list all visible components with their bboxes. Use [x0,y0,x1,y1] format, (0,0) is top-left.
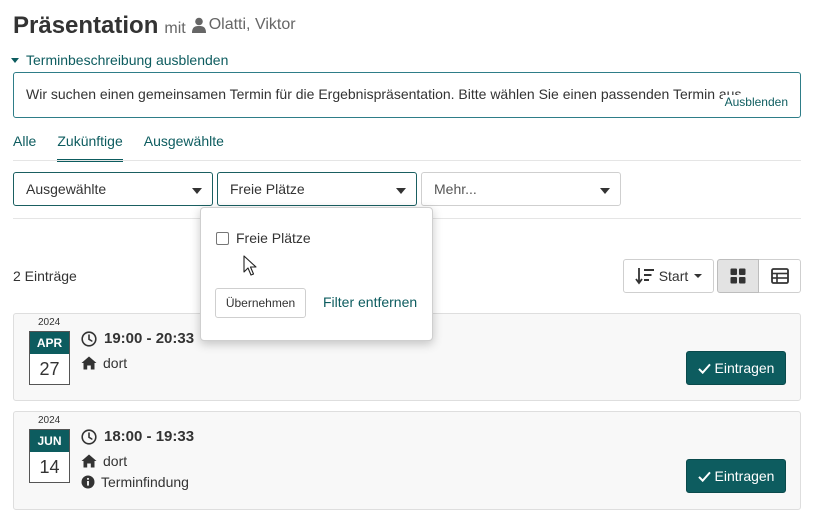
enroll-label: Eintragen [714,360,775,376]
description-toggle-label: Terminbeschreibung ausblenden [26,52,229,68]
check-icon [697,363,711,374]
event-month: JUN [30,430,69,452]
filter-selected-dropdown[interactable]: Ausgewählte [13,172,213,206]
free-places-checkbox-row[interactable]: Freie Plätze [216,230,311,246]
home-icon [81,454,97,468]
event-note-text: Terminfindung [101,474,189,490]
event-location-text: dort [103,453,128,469]
event-time: 19:00 - 20:33 [81,330,194,347]
owner-name: Olatti, Viktor [208,16,296,33]
caret-down-icon [600,188,610,194]
calendar-date: JUN 14 [29,429,70,483]
table-view-button[interactable] [759,259,801,293]
filter-free-places-label: Freie Plätze [230,181,305,197]
event-location: dort [81,355,127,371]
clock-icon [81,330,97,347]
sort-dropdown-button[interactable]: Start [623,259,714,293]
description-toggle[interactable]: Terminbeschreibung ausblenden [11,52,228,68]
filter-selected-label: Ausgewählte [26,181,107,197]
event-time-text: 18:00 - 19:33 [104,428,195,445]
apply-button[interactable]: Übernehmen [215,288,306,318]
event-time: 18:00 - 19:33 [81,428,194,445]
caret-down-icon [694,274,703,278]
free-places-popover: Freie Plätze Übernehmen Filter entfernen [200,207,433,341]
cards-view-button[interactable] [717,259,759,293]
info-icon [81,475,95,489]
description-box: Wir suchen einen gemeinsamen Termin für … [13,72,801,118]
cards-icon [730,268,746,284]
event-location: dort [81,453,127,469]
tab-upcoming[interactable]: Zukünftige [57,131,123,162]
page-title-text: Präsentation [13,12,159,39]
caret-down-icon [396,188,406,194]
free-places-checkbox[interactable] [216,231,229,245]
clock-icon [81,428,97,445]
owner: Olatti, Viktor [191,16,296,34]
caret-down-icon [192,188,202,194]
tab-all[interactable]: Alle [13,131,36,162]
calendar-date: APR 27 [29,331,70,385]
enroll-label: Eintragen [714,468,775,484]
page-title: Präsentation mit Olatti, Viktor [13,12,296,40]
event-year: 2024 [38,317,61,328]
tab-divider [13,160,801,161]
hide-description-link[interactable]: Ausblenden [722,95,788,109]
event-day: 27 [39,358,60,379]
filter-more-dropdown[interactable]: Mehr... [421,172,621,206]
description-text: Wir suchen einen gemeinsamen Termin für … [26,86,746,102]
table-icon [770,268,789,284]
with-label: mit [164,20,186,37]
event-year: 2024 [38,415,61,426]
filter-free-places-dropdown[interactable]: Freie Plätze [217,172,417,206]
sort-label: Start [658,268,689,284]
sort-icon [634,267,655,285]
mouse-cursor-icon [243,255,259,277]
free-places-checkbox-label: Freie Plätze [236,230,311,246]
event-card: 2024 JUN 14 18:00 - 19:33 dort Terminfin… [13,411,801,510]
check-icon [697,471,711,482]
filter-more-label: Mehr... [434,181,477,197]
entry-count: 2 Einträge [13,268,77,284]
event-location-text: dort [103,355,128,371]
user-icon [191,17,206,33]
enroll-button[interactable]: Eintragen [686,459,786,493]
caret-down-icon [11,57,19,63]
event-month: APR [30,332,69,354]
enroll-button[interactable]: Eintragen [686,351,786,385]
home-icon [81,356,97,370]
tab-bar: Alle Zukünftige Ausgewählte [13,131,245,162]
event-time-text: 19:00 - 20:33 [104,330,195,347]
event-day: 14 [39,456,60,477]
tab-selected[interactable]: Ausgewählte [144,131,224,162]
remove-filter-link[interactable]: Filter entfernen [323,294,417,310]
event-note: Terminfindung [81,474,189,490]
view-mode-toggle [717,259,801,293]
